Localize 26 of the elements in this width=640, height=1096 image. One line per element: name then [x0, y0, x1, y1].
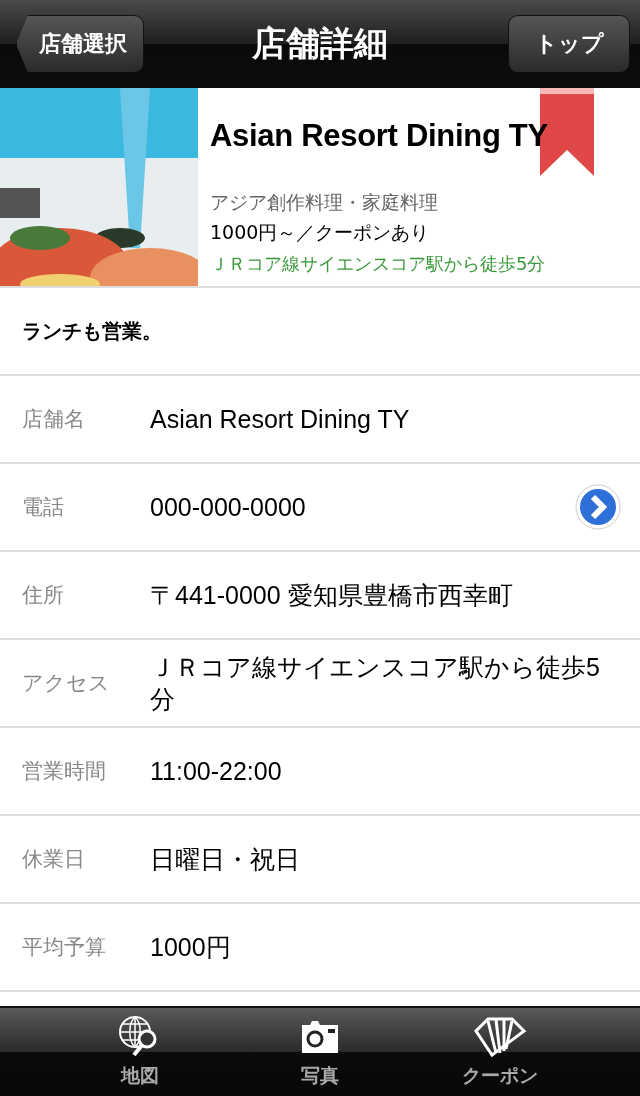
detail-value: 000-000-0000	[150, 491, 307, 523]
detail-label: アクセス	[22, 670, 111, 697]
shop-genre: アジア創作料理・家庭料理	[210, 190, 439, 215]
shop-price: 1000円～／クーポンあり	[210, 220, 431, 245]
detail-value: 1000円	[150, 931, 232, 963]
detail-label: 営業時間	[22, 758, 107, 785]
tab-item[interactable]: クーポン	[410, 1008, 590, 1096]
tab-item[interactable]: 写真	[230, 1008, 410, 1096]
disclosure-icon[interactable]	[574, 483, 622, 531]
detail-value: 11:00-22:00	[150, 755, 283, 787]
detail-label: 電話	[22, 494, 65, 521]
detail-label: 休業日	[22, 846, 86, 873]
tab-item[interactable]: 地図	[50, 1008, 230, 1096]
detail-value: 〒441-0000 愛知県豊橋市西幸町	[150, 579, 514, 611]
detail-value: 日曜日・祝日	[150, 843, 301, 875]
cards-icon	[472, 1015, 528, 1059]
detail-value: ＪＲコア線サイエンスコア駅から徒歩5分	[150, 651, 601, 715]
shop-access: ＪＲコア線サイエンスコア駅から徒歩5分	[210, 252, 547, 276]
detail-label: 平均予算	[22, 934, 107, 961]
detail-label: 住所	[22, 582, 65, 609]
top-button[interactable]: トップ	[508, 15, 630, 73]
detail-label: 店舗名	[22, 406, 86, 433]
note-text: ランチも営業。	[22, 317, 162, 345]
nav-title: 店舗詳細	[252, 22, 388, 65]
detail-value: Asian Resort Dining TY	[150, 403, 411, 435]
back-button[interactable]: 店舗選択	[16, 15, 144, 73]
